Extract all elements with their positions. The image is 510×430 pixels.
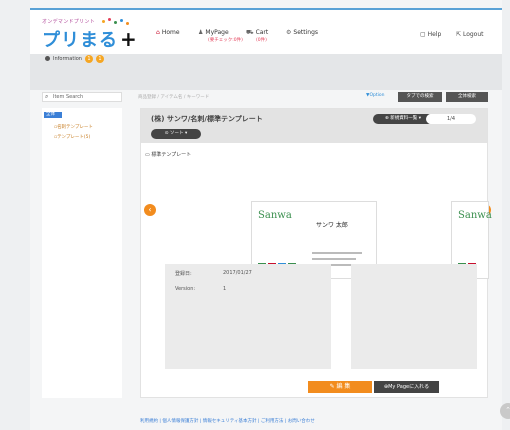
stock-list-button[interactable]: ⊕ 新規資料一覧 ▾ (373, 114, 433, 124)
search-filter-path[interactable]: 商品登録 / アイテム名 / キーワード (138, 94, 209, 100)
tree-root[interactable]: 全体 (44, 112, 62, 118)
tree-item[interactable]: ▫名刺テンプレート (54, 124, 93, 130)
item-detail-panel (351, 264, 477, 369)
all-search-button[interactable]: 全体検索 (446, 92, 488, 102)
user-icon: ♟ (198, 29, 204, 36)
chevron-down-icon: ▾ (184, 131, 188, 136)
sort-icon: ⊙ (164, 131, 169, 136)
cart-count: (0件) (256, 38, 267, 43)
footer-links[interactable]: 利用規約 | 個人情報保護方針 | 情報セキュリティ基本方針 | ご利用方法 |… (140, 418, 315, 424)
option-link[interactable]: ▼Option (366, 93, 384, 98)
add-to-mypage-button[interactable]: ⊕My Pageに入れる (374, 381, 439, 393)
info-badge[interactable]: 1 (96, 55, 104, 63)
pencil-icon: ✎ (329, 383, 335, 390)
page-title: (株) サンワ/名刺/標準テンプレート (151, 115, 263, 123)
search-icon: ⌕ (45, 93, 49, 100)
logo-tagline: オンデマンドプリント (42, 19, 96, 25)
card-name: サンワ 太郎 (316, 222, 348, 229)
info-badge[interactable]: 1 (85, 55, 93, 63)
edit-button[interactable]: ✎ 編 集 (308, 381, 372, 393)
help-icon: ▢ (420, 31, 426, 38)
logo[interactable]: プリまる + (42, 26, 138, 52)
template-icon: ▭ (145, 152, 150, 158)
nav-mypage[interactable]: ♟ MyPage (要チェック:0件) (198, 29, 243, 43)
logout-link[interactable]: ⇱ Logout (456, 31, 484, 38)
header: オンデマンドプリント プリまる + ⌂ Home ♟ MyPage (要チェック:0件)… (30, 8, 502, 54)
page-indicator: 1/4 (426, 114, 476, 124)
card-text-line (312, 252, 362, 254)
mypage-check-count: (要チェック:0件) (208, 38, 243, 43)
search-input[interactable]: ⌕ Item Search (42, 92, 122, 102)
meta-key: 登録日: (175, 271, 192, 277)
cart-icon: ⛟ (246, 29, 254, 36)
info-icon (45, 56, 50, 61)
card-brand: Sanwa (258, 210, 292, 221)
item-meta: 登録日: 2017/01/27 Version: 1 (165, 264, 331, 369)
home-icon: ⌂ (156, 29, 160, 36)
plus-icon: ⊕ (385, 116, 389, 121)
tree-item[interactable]: ▫テンプレート(5) (54, 134, 90, 140)
card-brand: Sanwa (458, 210, 492, 221)
search-row: ⌕ Item Search 商品登録 / アイテム名 / キーワード ▼Optio… (42, 92, 492, 102)
logout-icon: ⇱ (456, 31, 462, 38)
category-tree: 全体 ▫名刺テンプレート ▫テンプレート(5) (42, 108, 122, 398)
tab-search-button[interactable]: タブでの検索 (398, 92, 442, 102)
template-label: ▭ 標準テンプレート (145, 152, 192, 158)
chevron-down-icon: ▾ (418, 116, 421, 121)
main-panel: (株) サンワ/名刺/標準テンプレート ⊕ 新規資料一覧 ▾ 1/4 ⊙ ソート… (140, 108, 492, 398)
meta-value: 2017/01/27 (223, 270, 252, 276)
logo-dots (100, 18, 130, 28)
meta-key: Version: (175, 286, 196, 292)
nav-home[interactable]: ⌂ Home (156, 29, 180, 36)
main-header: (株) サンワ/名刺/標準テンプレート ⊕ 新規資料一覧 ▾ 1/4 ⊙ ソート… (141, 109, 487, 143)
gear-icon: ⚙ (286, 29, 292, 36)
nav-cart[interactable]: ⛟ Cart (0件) (246, 29, 268, 43)
nav-settings[interactable]: ⚙ Settings (286, 29, 318, 36)
info-bar: Information 1 1 (30, 54, 502, 90)
card-text-line (312, 258, 356, 260)
sort-select[interactable]: ⊙ ソート ▾ (151, 129, 201, 139)
scroll-top-icon[interactable]: ⌃ (500, 403, 510, 419)
information-link[interactable]: Information (45, 56, 82, 62)
meta-value: 1 (223, 286, 227, 292)
prev-arrow-icon[interactable]: ‹ (144, 204, 156, 216)
app-frame: オンデマンドプリント プリまる + ⌂ Home ♟ MyPage (要チェック:0件)… (30, 0, 510, 430)
help-link[interactable]: ▢ Help (420, 31, 441, 38)
